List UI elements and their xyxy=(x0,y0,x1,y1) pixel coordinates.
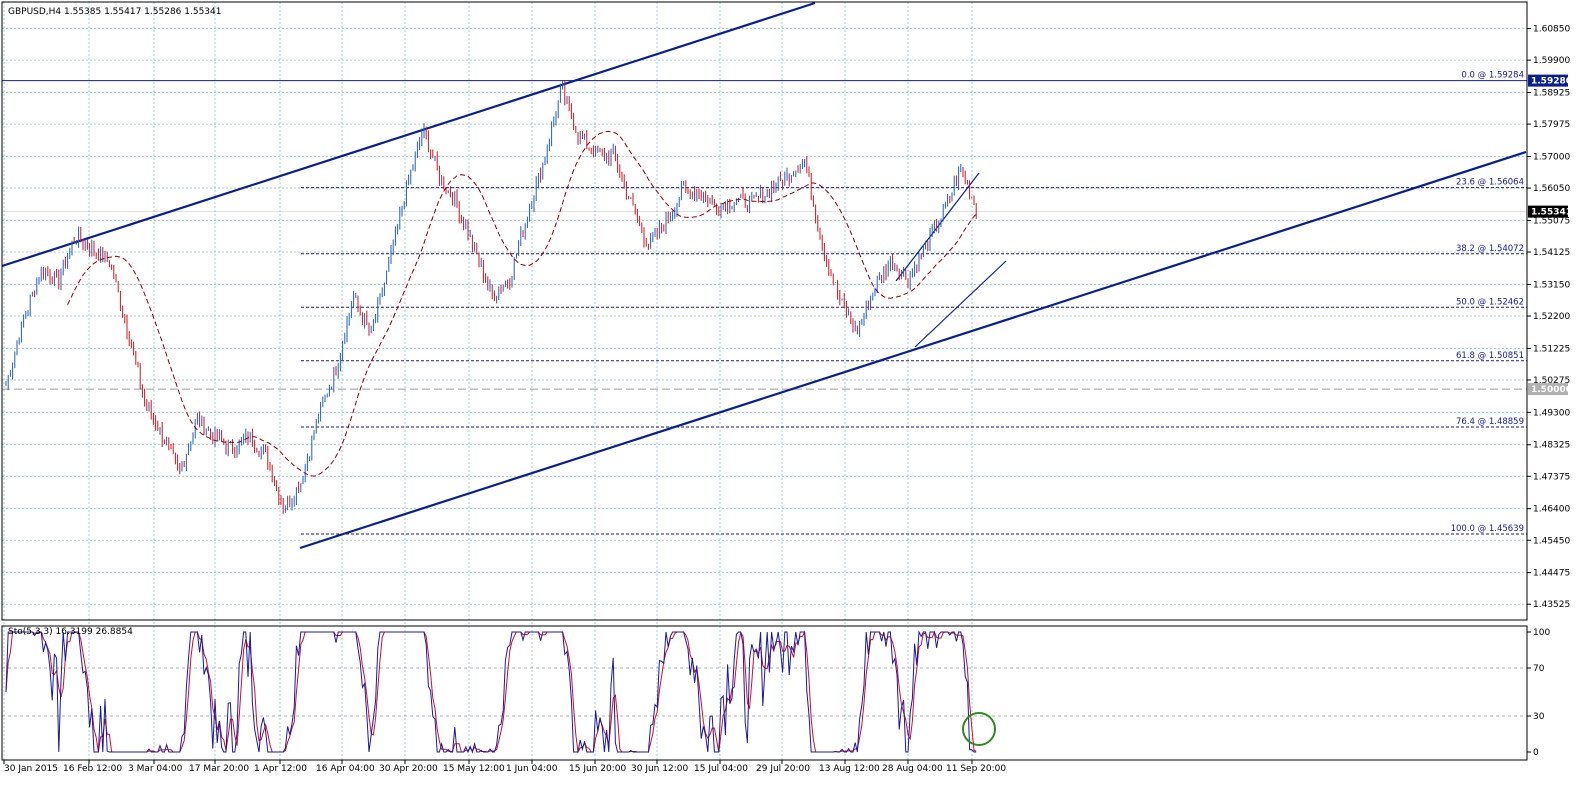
time-tick-label: 3 Mar 04:00 xyxy=(128,764,183,774)
stoch-tick-label: 0 xyxy=(1533,748,1539,758)
price-tick-label: 1.53150 xyxy=(1533,280,1570,290)
price-tick-label: 1.52200 xyxy=(1533,312,1570,322)
stoch-tick-label: 30 xyxy=(1533,712,1545,722)
price-tick-label: 1.57975 xyxy=(1533,120,1570,130)
chart-root: 0.0 @ 1.59284 23.6 @ 1.56064 38.2 @ 1.5407… xyxy=(0,0,1596,790)
stoch-tick-label: 70 xyxy=(1533,664,1545,674)
level-label-1: 1.59280 xyxy=(1531,77,1572,87)
time-tick-label: 1 Jun 04:00 xyxy=(506,764,558,774)
price-tick-label: 1.59900 xyxy=(1533,56,1570,66)
price-tick-label: 1.57000 xyxy=(1533,153,1570,163)
price-tick-label: 1.49300 xyxy=(1533,408,1570,418)
price-tick-label: 1.45450 xyxy=(1533,536,1570,546)
time-tick-label: 28 Aug 04:00 xyxy=(882,764,943,774)
fib-level-label: 38.2 @ 1.54072 xyxy=(1456,244,1524,254)
price-tick-label: 1.58925 xyxy=(1533,89,1570,99)
time-tick-label: 17 Mar 20:00 xyxy=(189,764,249,774)
time-tick-label: 30 Jan 2015 xyxy=(4,764,58,774)
current-price-label: 1.55341 xyxy=(1531,208,1572,218)
fib-level-label: 76.4 @ 1.48859 xyxy=(1456,417,1524,427)
time-tick-label: 30 Jun 12:00 xyxy=(631,764,688,774)
price-tick-label: 1.44475 xyxy=(1533,569,1570,579)
time-tick-label: 15 Jun 20:00 xyxy=(569,764,626,774)
symbol-info: GBPUSD,H4 1.55385 1.55417 1.55286 1.5534… xyxy=(8,7,221,17)
price-tick-label: 1.43525 xyxy=(1533,600,1570,610)
stoch-info: Sto(5,3,3) 16.3199 26.8854 xyxy=(8,627,133,637)
time-tick-label: 30 Apr 20:00 xyxy=(379,764,438,774)
time-tick-label: 13 Aug 12:00 xyxy=(819,764,880,774)
stoch-tick-label: 100 xyxy=(1533,628,1550,638)
time-tick-label: 16 Feb 12:00 xyxy=(63,764,122,774)
price-chart: 0.0 @ 1.59284 23.6 @ 1.56064 38.2 @ 1.5407… xyxy=(0,0,1596,790)
fib-level-label: 100.0 @ 1.45639 xyxy=(1451,524,1524,534)
fib-level-label: 23.6 @ 1.56064 xyxy=(1456,178,1524,188)
time-tick-label: 15 May 12:00 xyxy=(443,764,505,774)
time-tick-label: 16 Apr 04:00 xyxy=(316,764,375,774)
fib-level-label: 0.0 @ 1.59284 xyxy=(1461,71,1524,81)
price-tick-label: 1.51225 xyxy=(1533,344,1570,354)
price-tick-label: 1.46400 xyxy=(1533,505,1570,515)
price-tick-label: 1.56050 xyxy=(1533,184,1570,194)
time-tick-label: 15 Jul 04:00 xyxy=(694,764,748,774)
price-tick-label: 1.48325 xyxy=(1533,441,1570,451)
time-tick-label: 11 Sep 20:00 xyxy=(946,764,1006,774)
price-tick-label: 1.54125 xyxy=(1533,248,1570,258)
fib-level-label: 50.0 @ 1.52462 xyxy=(1456,297,1524,307)
price-tick-label: 1.55075 xyxy=(1533,216,1570,226)
time-tick-label: 1 Apr 12:00 xyxy=(254,764,307,774)
price-tick-label: 1.60850 xyxy=(1533,25,1570,35)
fib-level-label: 61.8 @ 1.50851 xyxy=(1456,351,1524,361)
time-tick-label: 29 Jul 20:00 xyxy=(756,764,810,774)
level-label-2: 1.50000 xyxy=(1531,385,1572,395)
price-tick-label: 1.47375 xyxy=(1533,472,1570,482)
